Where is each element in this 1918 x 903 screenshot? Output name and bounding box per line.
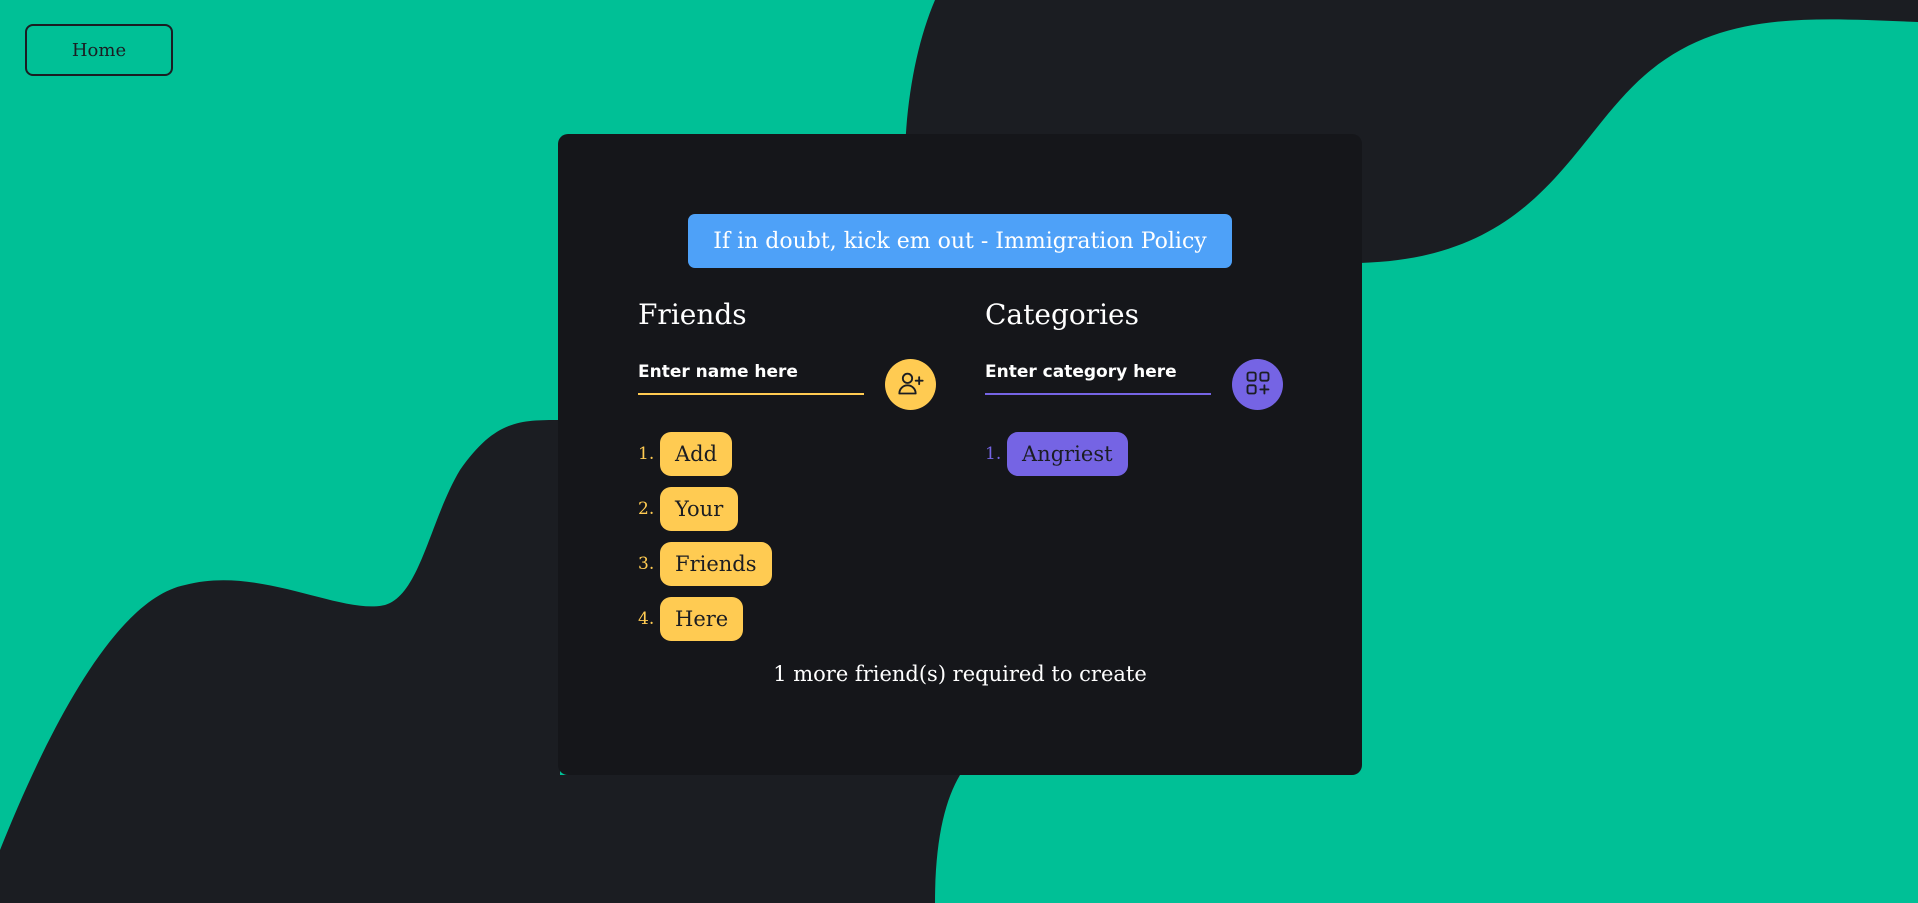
home-button[interactable]: Home <box>25 24 173 76</box>
list-item: 1. Angriest <box>985 431 1128 477</box>
friend-chip[interactable]: Your <box>660 487 739 531</box>
item-number: 1. <box>638 444 655 464</box>
friends-title: Friends <box>638 298 747 331</box>
categories-list: 1. Angriest <box>985 431 1128 486</box>
list-item: 1. Add <box>638 431 772 477</box>
user-plus-icon <box>897 369 925 401</box>
bottom-card-wave <box>540 775 960 903</box>
main-card: If in doubt, kick em out - Immigration P… <box>558 134 1362 775</box>
list-item: 3. Friends <box>638 541 772 587</box>
add-category-button[interactable] <box>1232 359 1283 410</box>
category-chip[interactable]: Angriest <box>1007 432 1128 476</box>
category-input[interactable] <box>985 359 1211 395</box>
add-friend-button[interactable] <box>885 359 936 410</box>
item-number: 1. <box>985 444 1002 464</box>
list-item: 4. Here <box>638 596 772 642</box>
categories-title: Categories <box>985 298 1139 331</box>
status-message: 1 more friend(s) required to create <box>773 662 1147 686</box>
policy-banner: If in doubt, kick em out - Immigration P… <box>688 214 1232 268</box>
friend-chip[interactable]: Here <box>660 597 744 641</box>
item-number: 3. <box>638 554 655 574</box>
item-number: 4. <box>638 609 655 629</box>
friend-chip[interactable]: Friends <box>660 542 772 586</box>
list-item: 2. Your <box>638 486 772 532</box>
friend-name-input[interactable] <box>638 359 864 395</box>
grid-plus-icon <box>1244 369 1272 401</box>
friend-chip[interactable]: Add <box>660 432 733 476</box>
item-number: 2. <box>638 499 655 519</box>
friends-list: 1. Add 2. Your 3. Friends 4. Here <box>638 431 772 651</box>
